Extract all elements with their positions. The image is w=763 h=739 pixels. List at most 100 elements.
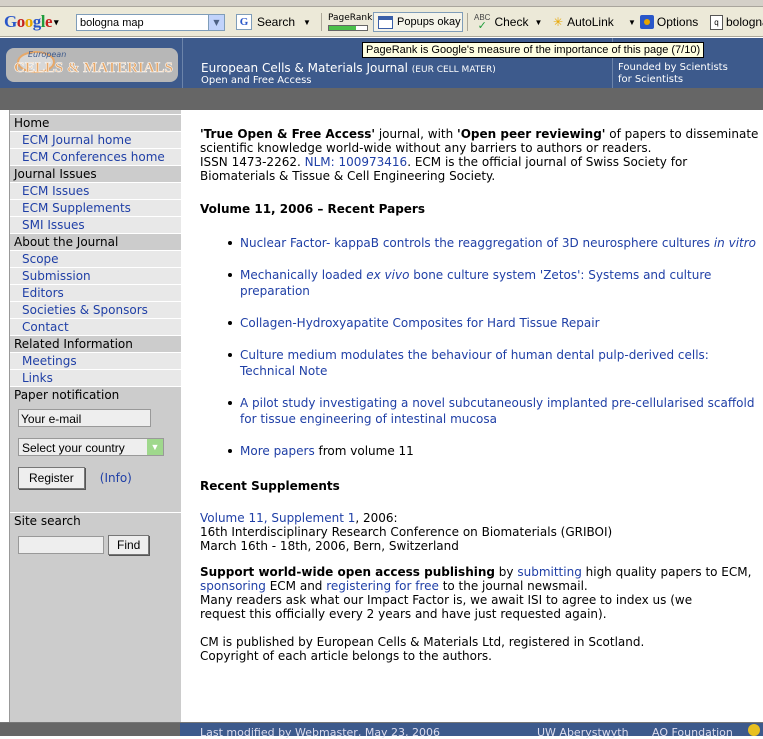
register-button[interactable]: Register: [18, 467, 85, 489]
paper-link[interactable]: A pilot study investigating a novel subc…: [240, 396, 754, 426]
more-papers-link[interactable]: More papers: [240, 444, 315, 458]
spell-check-button[interactable]: ABC ✓ Check ▼: [474, 7, 542, 37]
spellcheck-icon: ABC ✓: [474, 13, 491, 32]
uw-aberystwyth-link[interactable]: UW Aberystwyth: [537, 726, 629, 739]
chevron-down-icon: ▼: [303, 17, 311, 27]
bullet: [228, 449, 232, 453]
logo-letter: g: [32, 12, 42, 31]
paper-link[interactable]: Collagen-Hydroxyapatite Composites for H…: [240, 316, 600, 330]
sidebar-item-ecm-issues[interactable]: ECM Issues: [10, 182, 181, 199]
submitting-link[interactable]: submitting: [517, 565, 581, 579]
pagerank-fill: [329, 26, 356, 30]
journal-title-text: European Cells & Materials Journal: [201, 61, 408, 75]
paper-item[interactable]: Culture medium modulates the behaviour o…: [200, 347, 763, 379]
sidebar-item-editors[interactable]: Editors: [10, 284, 181, 301]
pagerank-tooltip: PageRank is Google's measure of the impo…: [362, 42, 705, 58]
supplements-heading: Recent Supplements: [200, 479, 340, 493]
intro-text-3: . ECM is the official journal of Swiss S…: [407, 155, 688, 169]
supplement-line: Volume 11, Supplement 1, 2006:: [200, 511, 763, 525]
founded-line-1: Founded by Scientists: [618, 62, 728, 73]
sidebar-item-ecm-conferences-home[interactable]: ECM Conferences home: [10, 148, 181, 165]
autolink-label: AutoLink: [567, 15, 614, 29]
paper-item: More papers from volume 11: [200, 443, 763, 459]
copyright-line: Copyright of each article belongs to the…: [200, 649, 492, 663]
info-link[interactable]: (Info): [100, 471, 132, 485]
sidebar-item-scope[interactable]: Scope: [10, 250, 181, 267]
popups-okay-button[interactable]: Popups okay: [373, 12, 463, 32]
toolbar-search-button[interactable]: G Search ▼: [236, 7, 311, 37]
bullet: [228, 321, 232, 325]
sidebar-item-societies[interactable]: Societies & Sponsors: [10, 301, 181, 318]
support-text-2: high quality papers to ECM,: [581, 565, 752, 579]
sidebar-heading-related: Related Information: [10, 335, 181, 352]
paper-item[interactable]: Collagen-Hydroxyapatite Composites for H…: [200, 315, 763, 331]
bullet: [228, 273, 232, 277]
supplement-link[interactable]: Volume 11, Supplement 1: [200, 511, 355, 525]
supplement-date-place: March 16th - 18th, 2006, Bern, Switzerla…: [200, 539, 459, 553]
founded-tagline: Founded by Scientists for Scientists: [618, 62, 728, 86]
email-field[interactable]: Your e-mail: [18, 409, 151, 427]
intro-bold-1: 'True Open & Free Access': [200, 127, 376, 141]
paper-title-italic: ex vivo: [366, 268, 410, 282]
options-icon: [639, 15, 654, 29]
paper-link[interactable]: Culture medium modulates the behaviour o…: [240, 348, 709, 378]
sponsoring-link[interactable]: sponsoring: [200, 579, 266, 593]
logo-letter: e: [44, 12, 53, 31]
intro-text-1: journal, with: [375, 127, 458, 141]
registering-link[interactable]: registering for free: [326, 579, 439, 593]
autolink-button[interactable]: ✳ AutoLink: [553, 7, 614, 37]
google-logo[interactable]: Google ▾: [4, 7, 59, 37]
site-search-input[interactable]: [18, 536, 104, 554]
sidebar-item-ecm-journal-home[interactable]: ECM Journal home: [10, 131, 181, 148]
journal-abbr: (EUR CELL MATER): [411, 65, 496, 75]
paper-item[interactable]: Mechanically loaded ex vivo bone culture…: [200, 267, 763, 299]
sidebar-heading-about: About the Journal: [10, 233, 181, 250]
footer-left-block: [0, 723, 180, 736]
sidebar-item-submission[interactable]: Submission: [10, 267, 181, 284]
google-g-icon: G: [236, 14, 252, 30]
header-bottom-bar: [0, 88, 763, 110]
find-button[interactable]: Find: [108, 535, 150, 555]
country-select[interactable]: Select your country ▼: [18, 438, 164, 456]
supplement-entry: Volume 11, Supplement 1, 2006: 16th Inte…: [200, 511, 763, 553]
bookmark-label: bologna: [726, 15, 763, 29]
search-history-dropdown-icon[interactable]: ▼: [208, 14, 225, 31]
support-by: by: [494, 565, 518, 579]
bullet: [228, 401, 232, 405]
support-paragraph: Support world-wide open access publishin…: [200, 565, 763, 621]
intro-paragraph: 'True Open & Free Access' journal, with …: [200, 127, 763, 141]
options-button[interactable]: ▼ Options: [628, 7, 698, 37]
sidebar-heading-paper-notification: Paper notification: [10, 386, 181, 403]
paper-link[interactable]: Nuclear Factor- kappaB controls the reag…: [240, 236, 756, 250]
paper-item[interactable]: A pilot study investigating a novel subc…: [200, 395, 763, 427]
sidebar-item-smi-issues[interactable]: SMI Issues: [10, 216, 181, 233]
logo-letter: G: [4, 12, 17, 31]
sidebar-item-contact[interactable]: Contact: [10, 318, 181, 335]
paper-item[interactable]: Nuclear Factor- kappaB controls the reag…: [200, 235, 763, 251]
bullet: [228, 353, 232, 357]
pagerank-indicator[interactable]: PageRank: [325, 13, 373, 33]
toolbar-search-input[interactable]: bologna map: [76, 14, 210, 31]
logo-letter: o: [24, 12, 34, 31]
bookmark-search-button[interactable]: q bologna: [710, 7, 763, 37]
sidebar-heading-home: Home: [10, 114, 181, 131]
sidebar-item-links[interactable]: Links: [10, 369, 181, 386]
support-line: sponsoring ECM and registering for free …: [200, 579, 763, 593]
paper-link[interactable]: Mechanically loaded ex vivo bone culture…: [240, 268, 711, 298]
logo-big-text: CELLS & MATERIALS: [14, 60, 173, 77]
journal-subtitle: Open and Free Access: [201, 75, 312, 86]
pagerank-label: PageRank: [328, 13, 373, 23]
supplement-year: , 2006:: [355, 511, 398, 525]
intro-line: scientific knowledge world-wide without …: [200, 141, 652, 155]
sidebar-item-ecm-supplements[interactable]: ECM Supplements: [10, 199, 181, 216]
ao-foundation-link[interactable]: AO Foundation: [652, 726, 733, 739]
popup-window-icon: [378, 15, 393, 29]
intro-continuation: scientific knowledge world-wide without …: [200, 141, 763, 183]
ecm-logo[interactable]: European CELLS & MATERIALS: [6, 48, 178, 82]
volume-heading: Volume 11, 2006 – Recent Papers: [200, 202, 425, 216]
search-label: Search: [257, 15, 296, 29]
sidebar-heading-journal-issues: Journal Issues: [10, 165, 181, 182]
sidebar-item-meetings[interactable]: Meetings: [10, 352, 181, 369]
nlm-link[interactable]: NLM: 100973416: [305, 155, 408, 169]
sidebar-heading-site-search: Site search: [10, 512, 181, 529]
